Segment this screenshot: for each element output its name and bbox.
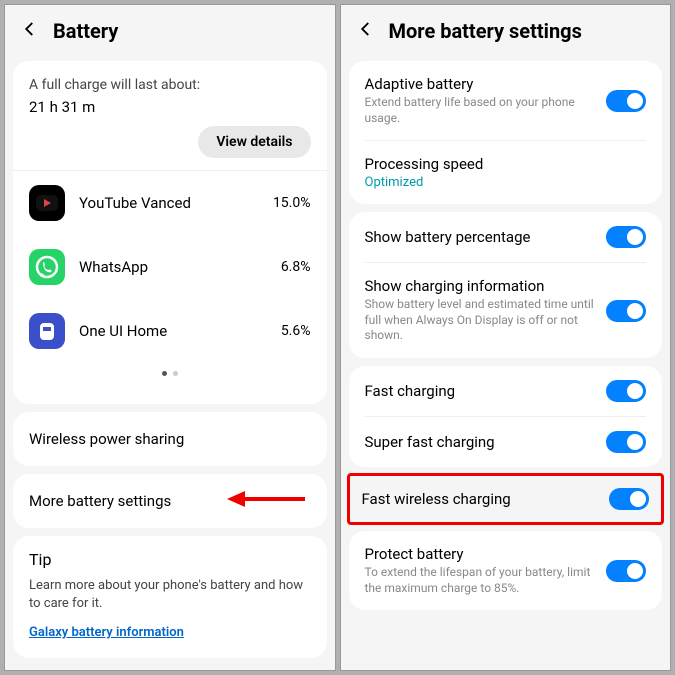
adaptive-battery-row[interactable]: Adaptive battery Extend battery life bas… <box>349 61 663 140</box>
app-pct: 15.0% <box>273 195 311 211</box>
protect-battery-row[interactable]: Protect battery To extend the lifespan o… <box>349 531 663 610</box>
show-battery-pct-row[interactable]: Show battery percentage <box>349 212 663 262</box>
highlight-box: Fast wireless charging <box>347 473 665 525</box>
youtube-vanced-icon <box>29 185 65 221</box>
page-dots <box>29 363 311 390</box>
show-charging-info-row[interactable]: Show charging information Show battery l… <box>349 263 663 358</box>
protect-battery-toggle[interactable] <box>606 560 646 582</box>
setting-sub: Optimized <box>365 175 647 190</box>
charge-time: 21 h 31 m <box>29 98 311 116</box>
processing-speed-row[interactable]: Processing speed Optimized <box>349 141 663 204</box>
group-3: Fast charging Super fast charging <box>349 366 663 467</box>
wireless-power-sharing-row[interactable]: Wireless power sharing <box>13 412 327 466</box>
more-battery-settings-screen: More battery settings Adaptive battery E… <box>340 4 672 671</box>
charge-label: A full charge will last about: <box>29 75 311 96</box>
one-ui-home-icon <box>29 313 65 349</box>
group-4: Protect battery To extend the lifespan o… <box>349 531 663 610</box>
group-2: Show battery percentage Show charging in… <box>349 212 663 358</box>
app-pct: 6.8% <box>281 259 311 275</box>
app-row[interactable]: WhatsApp 6.8% <box>29 235 311 299</box>
view-details-button[interactable]: View details <box>198 126 310 158</box>
app-name: One UI Home <box>79 322 267 340</box>
dot-active <box>162 371 167 376</box>
show-charging-info-toggle[interactable] <box>606 300 646 322</box>
back-icon[interactable] <box>21 20 39 42</box>
super-fast-charging-row[interactable]: Super fast charging <box>349 417 663 467</box>
page-title: More battery settings <box>389 19 582 43</box>
fast-wireless-charging-row[interactable]: Fast wireless charging <box>350 476 662 522</box>
charge-section: A full charge will last about: 21 h 31 m… <box>13 61 327 404</box>
fast-wireless-charging-toggle[interactable] <box>609 488 649 510</box>
setting-sub: Extend battery life based on your phone … <box>365 95 595 126</box>
fast-charging-toggle[interactable] <box>606 380 646 402</box>
fast-charging-row[interactable]: Fast charging <box>349 366 663 416</box>
back-icon[interactable] <box>357 20 375 42</box>
app-pct: 5.6% <box>281 323 311 339</box>
tip-title: Tip <box>29 550 311 569</box>
app-name: YouTube Vanced <box>79 194 259 212</box>
tip-text: Learn more about your phone's battery an… <box>29 577 311 613</box>
setting-title: Adaptive battery <box>365 75 595 93</box>
setting-title: Processing speed <box>365 155 647 173</box>
super-fast-charging-toggle[interactable] <box>606 431 646 453</box>
battery-screen: Battery A full charge will last about: 2… <box>4 4 336 671</box>
header: Battery <box>5 5 335 57</box>
app-row[interactable]: YouTube Vanced 15.0% <box>29 171 311 235</box>
adaptive-battery-toggle[interactable] <box>606 90 646 112</box>
whatsapp-icon <box>29 249 65 285</box>
group-1: Adaptive battery Extend battery life bas… <box>349 61 663 204</box>
more-battery-settings-row[interactable]: More battery settings <box>13 474 327 528</box>
app-row[interactable]: One UI Home 5.6% <box>29 299 311 363</box>
show-battery-pct-toggle[interactable] <box>606 226 646 248</box>
app-name: WhatsApp <box>79 258 267 276</box>
dot <box>173 371 178 376</box>
arrow-annotation <box>227 487 307 515</box>
tip-link[interactable]: Galaxy battery information <box>29 625 184 640</box>
page-title: Battery <box>53 19 118 43</box>
tip-section: Tip Learn more about your phone's batter… <box>13 536 327 658</box>
header: More battery settings <box>341 5 671 57</box>
